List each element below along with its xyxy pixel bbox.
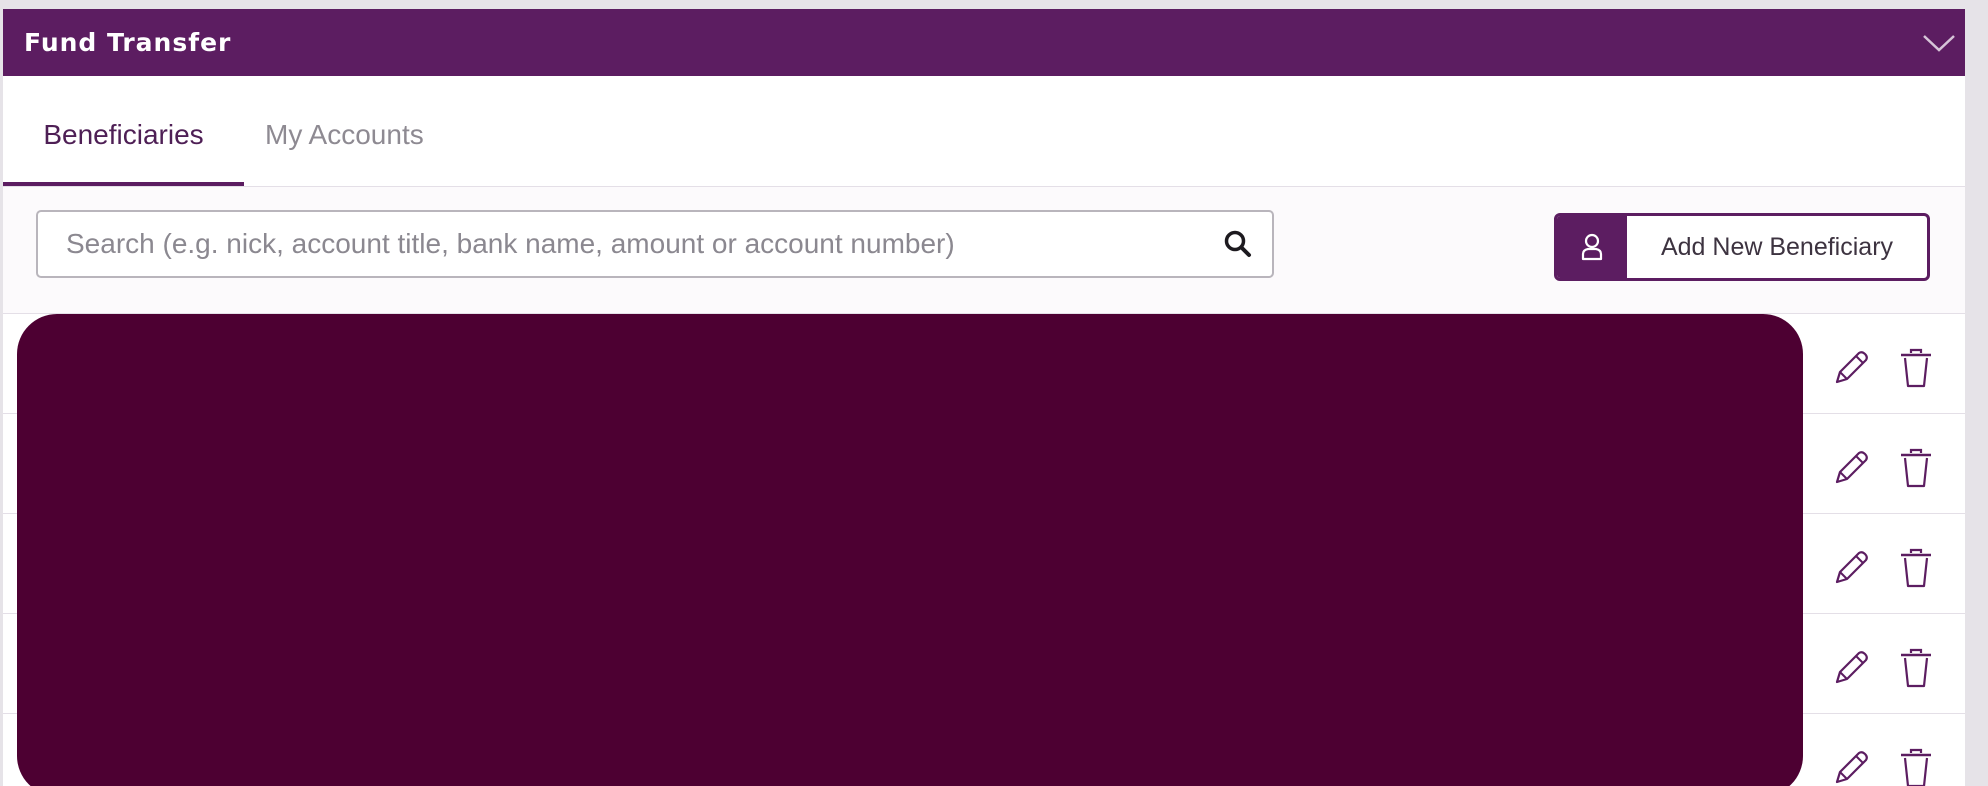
add-new-beneficiary-button[interactable]: Add New Beneficiary bbox=[1554, 213, 1930, 281]
search-box bbox=[36, 210, 1274, 278]
delete-icon[interactable] bbox=[1899, 448, 1933, 488]
fund-transfer-panel: Fund Transfer Beneficiaries My Accounts bbox=[3, 9, 1965, 786]
panel-title: Fund Transfer bbox=[24, 28, 232, 57]
panel-header[interactable]: Fund Transfer bbox=[3, 9, 1965, 76]
edit-icon[interactable] bbox=[1831, 748, 1871, 786]
edit-icon[interactable] bbox=[1831, 548, 1871, 588]
row-actions bbox=[1828, 748, 1938, 786]
redacted-region bbox=[17, 314, 1803, 786]
row-actions bbox=[1828, 448, 1938, 488]
delete-icon[interactable] bbox=[1899, 548, 1933, 588]
edit-icon[interactable] bbox=[1831, 348, 1871, 388]
row-actions bbox=[1828, 548, 1938, 588]
row-actions bbox=[1828, 348, 1938, 388]
tab-bar: Beneficiaries My Accounts bbox=[3, 76, 1965, 187]
delete-icon[interactable] bbox=[1899, 748, 1933, 786]
toolbar: Add New Beneficiary bbox=[3, 187, 1965, 314]
add-new-beneficiary-label: Add New Beneficiary bbox=[1660, 233, 1894, 261]
edit-icon[interactable] bbox=[1831, 648, 1871, 688]
search-input[interactable] bbox=[38, 212, 1208, 276]
window-background: Fund Transfer Beneficiaries My Accounts bbox=[0, 0, 1988, 786]
edit-icon[interactable] bbox=[1831, 448, 1871, 488]
tab-my-accounts[interactable]: My Accounts bbox=[265, 76, 424, 182]
chevron-down-icon[interactable] bbox=[1913, 9, 1965, 76]
tab-beneficiaries[interactable]: Beneficiaries bbox=[3, 76, 244, 186]
delete-icon[interactable] bbox=[1899, 348, 1933, 388]
user-icon bbox=[1557, 216, 1627, 278]
row-actions bbox=[1828, 648, 1938, 688]
search-icon[interactable] bbox=[1218, 224, 1258, 264]
delete-icon[interactable] bbox=[1899, 648, 1933, 688]
